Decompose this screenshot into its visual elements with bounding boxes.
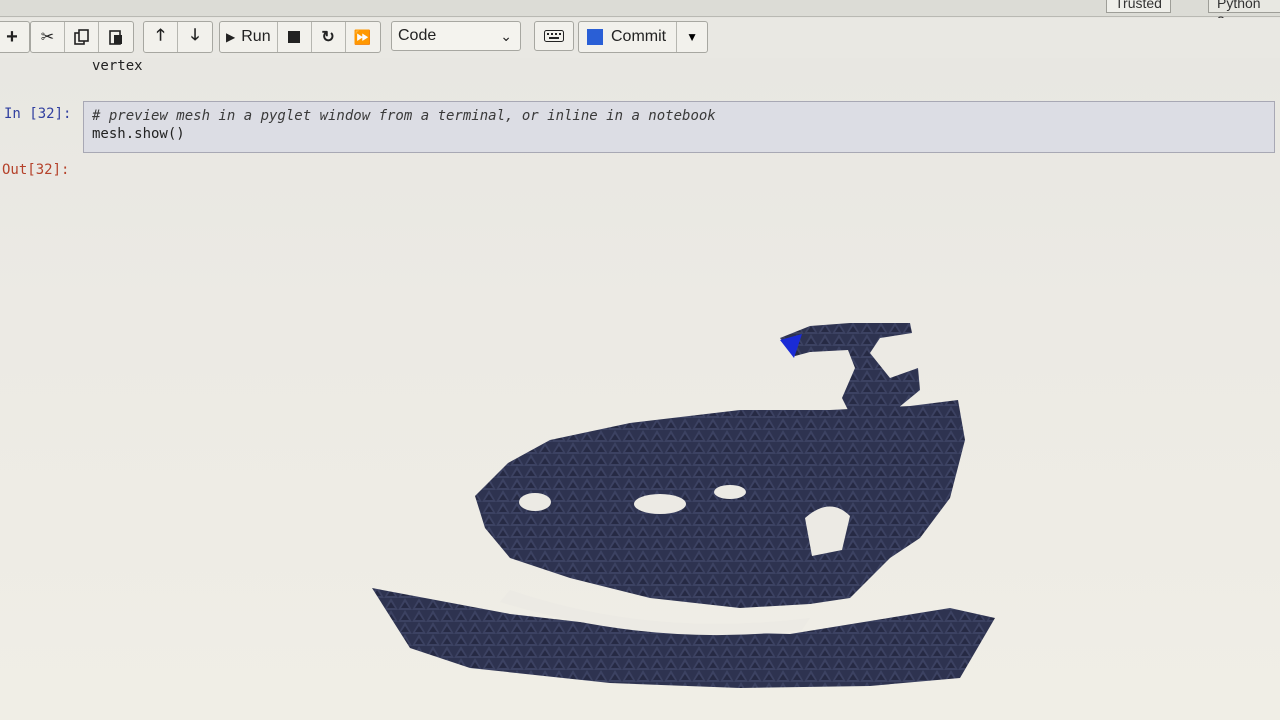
step-icon: ▶︎ (226, 30, 236, 44)
stop-button[interactable] (278, 22, 312, 52)
cut-button[interactable]: ✂ (31, 22, 65, 52)
kernel-indicator[interactable]: Python 3 (1208, 0, 1280, 29)
plus-icon: + (6, 25, 18, 48)
run-button[interactable]: ▶︎ Run (220, 22, 278, 52)
mesh-preview-output[interactable] (90, 178, 1270, 718)
output-prompt: Out[32]: (2, 162, 70, 178)
restart-button[interactable]: ↻ (312, 22, 346, 52)
move-up-button[interactable]: 🡑 (144, 22, 178, 52)
mesh-gap-left (519, 493, 551, 511)
code-comment: # preview mesh in a pyglet window from a… (92, 108, 716, 124)
notebook-area: vertex In [32]: # preview mesh in a pygl… (0, 58, 1280, 720)
code-line: mesh.show() (92, 126, 185, 142)
mesh-ground-shadow (372, 588, 995, 688)
caret-down-icon: ▼ (686, 30, 699, 44)
commit-group: Commit ▼ (578, 21, 709, 53)
menu-bar: Trusted Python 3 (0, 0, 1280, 29)
stop-icon (288, 31, 301, 43)
run-label: Run (241, 28, 271, 45)
keyboard-icon (544, 30, 564, 42)
input-prompt: In [32]: (4, 106, 72, 122)
paste-icon (109, 30, 122, 45)
move-group: 🡑 🡓 (143, 21, 213, 53)
paste-button[interactable] (99, 22, 133, 52)
arrow-up-icon: 🡑 (156, 26, 165, 44)
cell-type-value: Code (398, 27, 437, 44)
edit-group: ✂ (30, 21, 134, 53)
code-cell[interactable]: # preview mesh in a pyglet window from a… (83, 101, 1275, 153)
chevron-down-icon: ⌄ (500, 28, 512, 44)
previous-output-text: vertex (92, 58, 143, 74)
run-all-button[interactable]: ⏩ (346, 22, 380, 52)
move-down-button[interactable]: 🡓 (178, 22, 212, 52)
cell-type-select[interactable]: Code ⌄ (391, 21, 521, 51)
commit-icon (587, 29, 603, 45)
arrow-down-icon: 🡓 (190, 26, 200, 44)
scissors-icon: ✂ (40, 29, 55, 46)
commit-dropdown-button[interactable]: ▼ (677, 22, 707, 52)
commit-button[interactable]: Commit (579, 22, 678, 52)
run-group: ▶︎ Run ↻ ⏩ (219, 21, 381, 53)
restart-icon: ↻ (321, 29, 335, 46)
fast-forward-icon: ⏩ (353, 28, 372, 45)
trusted-badge[interactable]: Trusted (1106, 0, 1171, 13)
copy-button[interactable] (65, 22, 99, 52)
insert-group: + (0, 21, 30, 53)
mesh-gap-right (714, 485, 746, 499)
command-palette-button[interactable] (534, 21, 574, 51)
mesh-gap-center (634, 494, 686, 514)
toolbar: + ✂ 🡑 🡓 ▶︎ Run ↻ ⏩ Code ⌄ Commit ▼ (0, 18, 1280, 58)
copy-icon (73, 29, 89, 45)
insert-cell-button[interactable]: + (0, 22, 29, 52)
commit-label: Commit (611, 28, 667, 45)
